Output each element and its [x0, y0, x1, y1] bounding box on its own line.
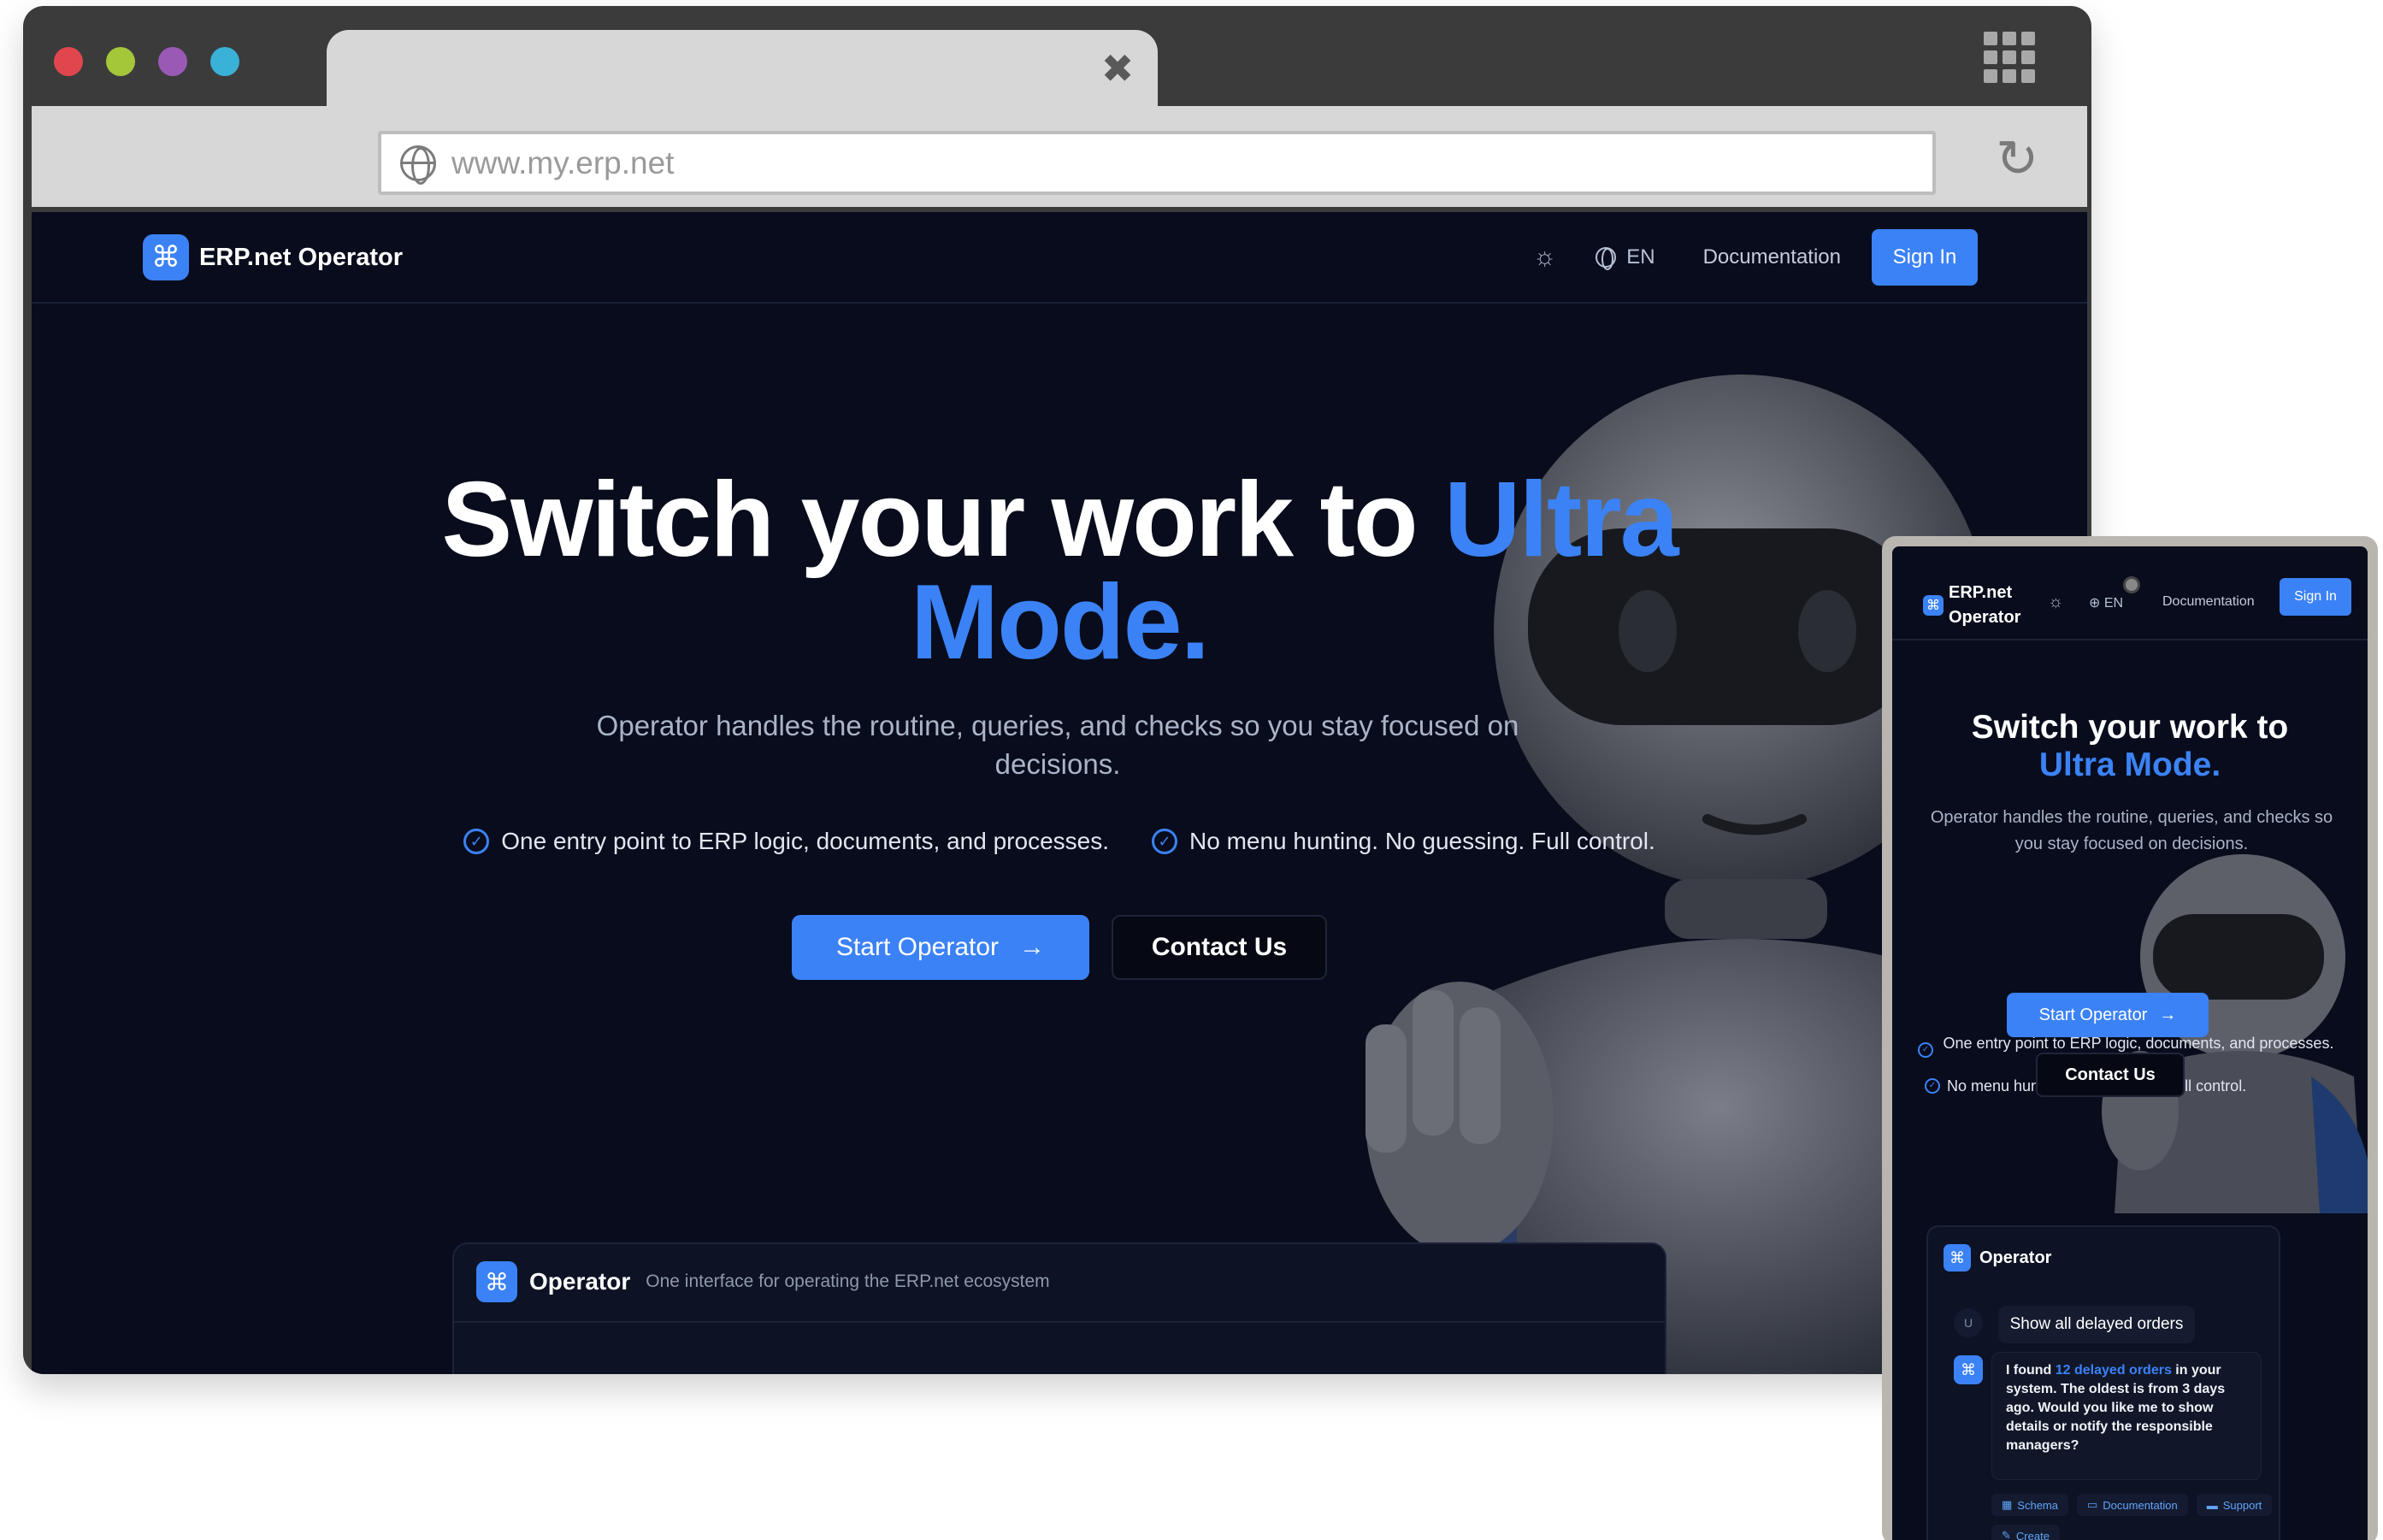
brand-name: ERP.net Operator: [1949, 581, 2043, 630]
url-input[interactable]: www.my.erp.net: [378, 131, 1936, 195]
hero-title-white: Switch your work to: [1971, 709, 2289, 746]
contact-us-button[interactable]: Contact Us: [2036, 1053, 2185, 1097]
theme-toggle-icon[interactable]: ☼: [2048, 593, 2063, 612]
reload-icon[interactable]: ↻: [1996, 133, 2038, 185]
quick-action-chips: ▦ Schema ▭ Documentation ▬ Support ✎ Create: [1991, 1494, 2274, 1540]
apps-grid-icon[interactable]: [1984, 32, 2035, 83]
language-selector[interactable]: ⊕ EN: [2089, 594, 2123, 611]
divider: [454, 1321, 1665, 1323]
hero-title-white: Switch your work to: [441, 461, 1445, 579]
user-message: Show all delayed orders: [1998, 1306, 2195, 1343]
chip-label: Schema: [2017, 1498, 2058, 1512]
command-logo-icon: ⌘: [1923, 595, 1944, 616]
website-viewport: ⌘ ERP.net Operator ☼ EN Documentation Si…: [32, 212, 2087, 1374]
start-operator-button[interactable]: Start Operator →: [2007, 993, 2209, 1037]
phone-navbar: ⌘ ERP.net Operator ☼ ⊕ EN Documentation …: [1892, 546, 2368, 640]
brand-line-1: ERP.net: [1949, 583, 2013, 602]
user-avatar: U: [1954, 1308, 1983, 1337]
operator-chat-card: ⌘ Operator U Show all delayed orders ⌘ I…: [1926, 1225, 2280, 1540]
chip-documentation[interactable]: ▭ Documentation: [2077, 1494, 2188, 1516]
book-icon: ▭: [2087, 1498, 2098, 1511]
chip-support[interactable]: ▬ Support: [2196, 1494, 2273, 1516]
tab-close-icon[interactable]: ✖: [1096, 47, 1139, 90]
documentation-link[interactable]: Documentation: [2162, 594, 2255, 610]
hero-title: Switch your work to Ultra Mode.: [1892, 709, 2368, 784]
mockup-stage: ✖ www.my.erp.net ↻ ⌘ ERP.net Operator ☼ …: [0, 0, 2383, 1540]
start-operator-label: Start Operator: [835, 933, 1000, 961]
chip-label: Documentation: [2103, 1498, 2178, 1512]
delayed-orders-link[interactable]: 12 delayed orders: [2056, 1363, 2172, 1378]
browser-tab[interactable]: ✖: [327, 30, 1158, 112]
feature-check-text: No menu hunting. No guessing. Full contr…: [1189, 828, 1655, 854]
start-operator-button[interactable]: Start Operator →: [792, 915, 1089, 980]
cta-row: Start Operator → Contact Us: [32, 915, 2087, 980]
hero-subtitle: Operator handles the routine, queries, a…: [596, 710, 1519, 780]
hero-title-blue-1: Ultra: [1444, 461, 1679, 579]
operator-preview-card: ⌘ Operator One interface for operating t…: [452, 1242, 1666, 1374]
operator-card-title: Operator: [1979, 1248, 2052, 1267]
minimize-dot[interactable]: [106, 47, 135, 76]
operator-card-description: One interface for operating the ERP.net …: [646, 1272, 1050, 1291]
support-icon: ▬: [2206, 1498, 2218, 1512]
feature-check-item: ✓ One entry point to ERP logic, document…: [463, 828, 1109, 855]
brand-line-2: Operator: [1949, 608, 2021, 627]
extra-dot[interactable]: [158, 47, 187, 76]
phone-screen: ⌘ ERP.net Operator ☼ ⊕ EN Documentation …: [1892, 546, 2368, 1540]
check-circle-icon: ✓: [1918, 1042, 1933, 1058]
check-circle-icon: ✓: [1152, 829, 1177, 854]
site-navbar: ⌘ ERP.net Operator ☼ EN Documentation Si…: [32, 212, 2087, 304]
pencil-icon: ✎: [2002, 1529, 2011, 1540]
operator-avatar-icon: ⌘: [1954, 1355, 1983, 1384]
operator-message: I found 12 delayed orders in your system…: [1991, 1352, 2262, 1480]
sign-in-button[interactable]: Sign In: [1872, 229, 1978, 286]
chip-label: Create: [2015, 1529, 2050, 1540]
start-operator-label: Start Operator: [2038, 1005, 2148, 1024]
address-bar-area: www.my.erp.net ↻: [32, 106, 2087, 207]
brand-name: ERP.net Operator: [199, 243, 403, 271]
check-circle-icon: ✓: [463, 829, 490, 854]
feature-check-text: One entry point to ERP logic, documents,…: [501, 828, 1109, 854]
hero-subtitle: Operator handles the routine, queries, a…: [1930, 808, 2333, 853]
command-logo-icon: ⌘: [476, 1261, 517, 1302]
language-selector[interactable]: EN: [1596, 245, 1655, 270]
brand[interactable]: ⌘ ERP.net Operator: [1923, 581, 2043, 630]
maximize-dot[interactable]: [210, 47, 239, 76]
close-dot[interactable]: [54, 47, 83, 76]
sign-in-button[interactable]: Sign In: [2280, 578, 2351, 616]
arrow-right-icon: →: [1019, 933, 1046, 961]
hero-title-blue: Ultra Mode.: [2038, 746, 2221, 783]
url-text: www.my.erp.net: [451, 145, 675, 180]
operator-card-title: Operator: [529, 1268, 631, 1295]
browser-window: ✖ www.my.erp.net ↻ ⌘ ERP.net Operator ☼ …: [23, 6, 2091, 1374]
theme-toggle-icon[interactable]: ☼: [1533, 243, 1557, 272]
feature-checks: ✓ One entry point to ERP logic, document…: [32, 828, 2087, 855]
command-logo-icon: ⌘: [1944, 1244, 1971, 1272]
chip-create[interactable]: ✎ Create: [1991, 1525, 2060, 1540]
nav-actions: ☼ EN Documentation Sign In: [1533, 229, 1978, 286]
operator-card-header: ⌘ Operator One interface for operating t…: [476, 1261, 1050, 1302]
command-logo-icon: ⌘: [143, 234, 189, 280]
hero-title: Switch your work to Ultra Mode.: [32, 467, 2087, 676]
check-circle-icon: ✓: [1925, 1078, 1940, 1094]
message-text: I found: [2006, 1363, 2056, 1378]
chart-icon: ▦: [2002, 1498, 2013, 1511]
brand[interactable]: ⌘ ERP.net Operator: [143, 234, 403, 280]
phone-mockup: ⌘ ERP.net Operator ☼ ⊕ EN Documentation …: [1882, 536, 2378, 1540]
chip-schema[interactable]: ▦ Schema: [1991, 1494, 2068, 1516]
arrow-right-icon: →: [2159, 1005, 2177, 1024]
feature-check-item: ✓ No menu hunting. No guessing. Full con…: [1152, 828, 1655, 855]
globe-icon: [400, 145, 436, 185]
chip-label: Support: [2222, 1498, 2262, 1512]
documentation-link[interactable]: Documentation: [1703, 245, 1841, 269]
language-label: EN: [2103, 596, 2124, 611]
contact-us-button[interactable]: Contact Us: [1112, 915, 1327, 980]
globe-icon: [1596, 247, 1617, 270]
hero-title-blue-2: Mode.: [910, 563, 1210, 681]
window-controls: [54, 47, 239, 76]
language-label: EN: [1626, 245, 1655, 268]
operator-card-header: ⌘ Operator: [1944, 1244, 2051, 1272]
